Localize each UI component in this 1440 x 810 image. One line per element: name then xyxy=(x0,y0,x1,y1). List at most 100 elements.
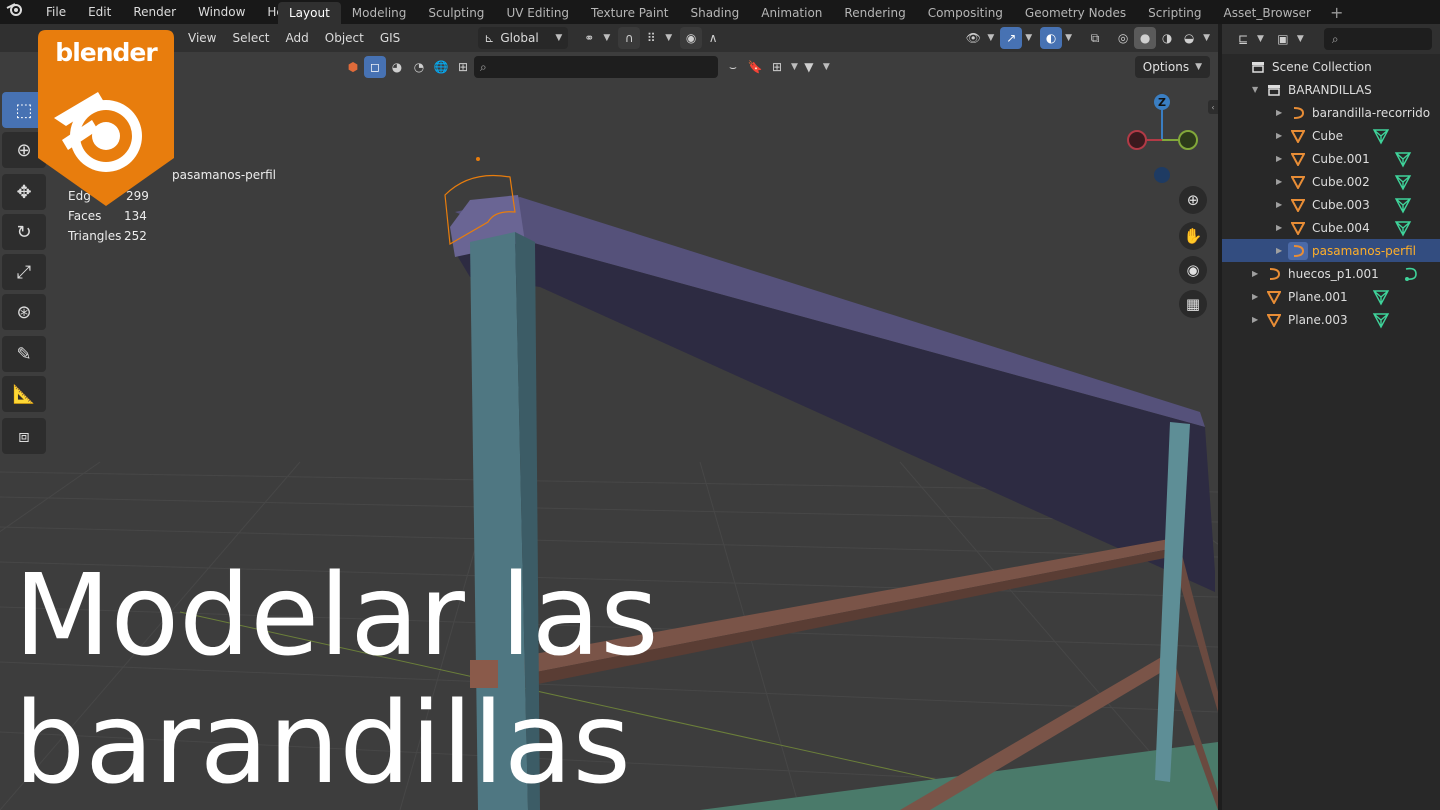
expand-right-icon[interactable]: ▶ xyxy=(1276,246,1288,255)
filter-icon[interactable]: ▼ xyxy=(798,56,820,78)
expand-right-icon[interactable]: ▶ xyxy=(1276,154,1288,163)
menu-file[interactable]: File xyxy=(35,0,77,24)
scene-collection-row[interactable]: Scene Collection xyxy=(1222,55,1440,78)
blender-menu-icon[interactable] xyxy=(0,0,35,24)
wireframe-shading-icon[interactable]: ◎ xyxy=(1112,27,1134,49)
material-sphere-icon[interactable]: ◕ xyxy=(386,56,408,78)
navigation-gizmo[interactable]: Z xyxy=(1124,90,1204,190)
overlays-icon[interactable]: ◐ xyxy=(1040,27,1063,49)
mesh-data-icon[interactable] xyxy=(1394,219,1412,237)
tab-animation[interactable]: Animation xyxy=(750,2,833,24)
outliner-item[interactable]: ▶ Cube.003 xyxy=(1222,193,1440,216)
display-mode-icon[interactable]: ⊑ xyxy=(1232,28,1254,50)
tab-texture-paint[interactable]: Texture Paint xyxy=(580,2,679,24)
tab-asset-browser[interactable]: Asset_Browser xyxy=(1213,2,1322,24)
curve-data-icon[interactable] xyxy=(1402,265,1420,283)
outliner-item[interactable]: ▶ Cube.004 xyxy=(1222,216,1440,239)
tab-uv-editing[interactable]: UV Editing xyxy=(495,2,580,24)
outliner-item-selected[interactable]: ▶ pasamanos-perfil xyxy=(1222,239,1440,262)
orientation-dropdown[interactable]: ⊾ Global ▼ xyxy=(478,27,569,49)
expand-right-icon[interactable]: ▶ xyxy=(1252,269,1264,278)
material-shading-icon[interactable]: ◑ xyxy=(1156,27,1178,49)
rotate-tool-icon[interactable]: ↻ xyxy=(2,214,46,250)
camera-icon[interactable]: ◉ xyxy=(1179,256,1207,284)
solid-shading-icon[interactable]: ● xyxy=(1134,27,1157,49)
outliner-item[interactable]: ▶ Cube xyxy=(1222,124,1440,147)
menu-object[interactable]: Object xyxy=(317,31,372,45)
mesh-data-icon[interactable] xyxy=(1394,196,1412,214)
menu-edit[interactable]: Edit xyxy=(77,0,122,24)
tab-rendering[interactable]: Rendering xyxy=(833,2,916,24)
menu-view[interactable]: View xyxy=(180,31,224,45)
sidebar-toggle-icon[interactable]: ‹ xyxy=(1208,100,1218,114)
layout-icon[interactable]: ⊞ xyxy=(766,56,788,78)
expand-right-icon[interactable]: ▶ xyxy=(1252,292,1264,301)
mesh-data-icon[interactable] xyxy=(1372,288,1390,306)
globe-icon[interactable]: 🌐 xyxy=(430,56,452,78)
add-cube-tool-icon[interactable]: ⧈ xyxy=(2,418,46,454)
zoom-icon[interactable]: ⊕ xyxy=(1179,186,1207,214)
collection-row[interactable]: ▼ BARANDILLAS xyxy=(1222,78,1440,101)
mesh-data-icon[interactable] xyxy=(1372,127,1390,145)
chevron-down-icon: ▼ xyxy=(665,33,673,43)
grid-settings-icon[interactable]: ⊞ xyxy=(452,56,474,78)
view-layer-icon[interactable]: ▣ xyxy=(1272,28,1294,50)
expand-right-icon[interactable]: ▶ xyxy=(1276,108,1288,117)
tab-geometry-nodes[interactable]: Geometry Nodes xyxy=(1014,2,1137,24)
tab-compositing[interactable]: Compositing xyxy=(917,2,1014,24)
menu-render[interactable]: Render xyxy=(122,0,187,24)
tab-shading[interactable]: Shading xyxy=(679,2,750,24)
outliner-item[interactable]: ▶ Cube.001 xyxy=(1222,147,1440,170)
mesh-data-icon[interactable] xyxy=(1372,311,1390,329)
menu-add[interactable]: Add xyxy=(278,31,317,45)
title-line-2: barandillas xyxy=(14,679,631,809)
tab-scripting[interactable]: Scripting xyxy=(1137,2,1212,24)
snap-icon[interactable]: ∩ xyxy=(618,27,641,49)
menu-gis[interactable]: GIS xyxy=(372,31,408,45)
bookmark-icon[interactable]: 🔖 xyxy=(744,56,766,78)
expand-right-icon[interactable]: ▶ xyxy=(1276,200,1288,209)
scale-tool-icon[interactable]: ⤢ xyxy=(2,254,46,290)
outliner-item[interactable]: ▶ Plane.001 xyxy=(1222,285,1440,308)
outliner-item[interactable]: ▶ Cube.002 xyxy=(1222,170,1440,193)
snap-increment-icon[interactable]: ⠿ xyxy=(640,27,662,49)
expand-right-icon[interactable]: ▶ xyxy=(1276,131,1288,140)
options-dropdown[interactable]: Options ▼ xyxy=(1134,56,1210,78)
mesh-data-icon[interactable] xyxy=(1394,173,1412,191)
outliner-item[interactable]: ▶ huecos_p1.001 xyxy=(1222,262,1440,285)
measure-tool-icon[interactable]: 📐 xyxy=(2,376,46,412)
annotate-tool-icon[interactable]: ✎ xyxy=(2,336,46,372)
search-input[interactable]: ⌕ xyxy=(474,56,718,78)
outliner-item[interactable]: ▶ barandilla-recorrido xyxy=(1222,101,1440,124)
ortho-grid-icon[interactable]: ▦ xyxy=(1179,290,1207,318)
proportional-edit-icon[interactable]: ◉ xyxy=(680,27,703,49)
expand-down-icon[interactable]: ▼ xyxy=(1252,85,1264,94)
curve-dropdown-icon[interactable]: ⌣ xyxy=(722,56,744,78)
color-cube-icon[interactable]: ⬢ xyxy=(342,56,364,78)
gizmo-toggle-icon[interactable]: ↗ xyxy=(1000,27,1023,49)
outliner-search-input[interactable]: ⌕ xyxy=(1323,28,1432,50)
pivot-point-icon[interactable]: ⚭ xyxy=(578,27,600,49)
expand-right-icon[interactable]: ▶ xyxy=(1276,223,1288,232)
tab-layout[interactable]: Layout xyxy=(278,1,341,24)
tab-sculpting[interactable]: Sculpting xyxy=(417,2,495,24)
expand-right-icon[interactable]: ▶ xyxy=(1252,315,1264,324)
world-icon[interactable]: ◔ xyxy=(408,56,430,78)
tab-modeling[interactable]: Modeling xyxy=(341,2,418,24)
chevron-down-icon: ▼ xyxy=(987,33,995,43)
chevron-down-icon: ▼ xyxy=(822,62,830,72)
xray-icon[interactable]: ⧉ xyxy=(1084,27,1106,49)
mesh-data-icon[interactable] xyxy=(1394,150,1412,168)
mesh-object-icon xyxy=(1264,311,1284,329)
falloff-icon[interactable]: ∧ xyxy=(702,27,724,49)
menu-window[interactable]: Window xyxy=(187,0,256,24)
rendered-shading-icon[interactable]: ◒ xyxy=(1178,27,1200,49)
visibility-eye-icon[interactable]: 👁 xyxy=(962,27,984,49)
pan-hand-icon[interactable]: ✋ xyxy=(1179,222,1207,250)
add-workspace-icon[interactable]: + xyxy=(1322,3,1351,22)
outliner-item[interactable]: ▶ Plane.003 xyxy=(1222,308,1440,331)
expand-right-icon[interactable]: ▶ xyxy=(1276,177,1288,186)
menu-select[interactable]: Select xyxy=(224,31,277,45)
transform-tool-icon[interactable]: ⊛ xyxy=(2,294,46,330)
select-box-mode-icon[interactable]: ◻ xyxy=(364,56,386,78)
